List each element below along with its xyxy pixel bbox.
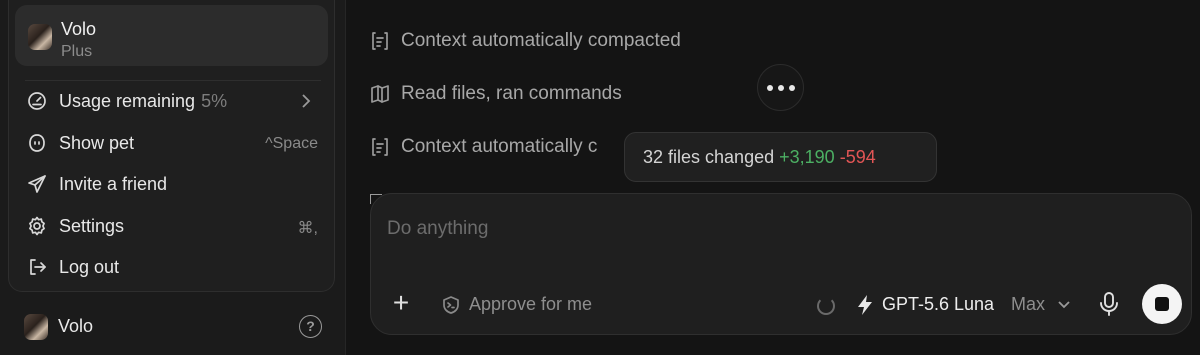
additions-count: +3,190: [779, 147, 835, 167]
gauge-icon: [27, 91, 47, 111]
files-changed-tooltip: 32 files changed +3,190 -594: [624, 132, 937, 182]
conversation-pane: Context automatically compacted Read fil…: [346, 0, 1200, 355]
activity-text: Read files, ran commands: [401, 83, 622, 104]
shortcut-hint: ⌘,: [297, 220, 318, 237]
account-name: Volo: [61, 19, 97, 39]
microphone-button[interactable]: [1098, 291, 1120, 317]
microphone-icon: [1100, 292, 1118, 316]
app-window: Volo Plus Usage remaining 5% Show pet ^Sp…: [0, 0, 1200, 355]
sidebar-account-footer[interactable]: Volo ?: [0, 300, 346, 355]
menu-item-usage[interactable]: Usage remaining 5%: [9, 81, 334, 121]
menu-item-logout[interactable]: Log out: [9, 247, 334, 287]
stop-icon: [1155, 297, 1169, 311]
account-header[interactable]: Volo Plus: [15, 5, 328, 66]
chevron-right-icon: [298, 92, 314, 110]
sidebar: Volo Plus Usage remaining 5% Show pet ^Sp…: [0, 0, 346, 355]
dot-icon: [767, 85, 773, 91]
send-icon: [27, 174, 47, 194]
menu-item-show-pet[interactable]: Show pet ^Space: [9, 123, 334, 163]
account-name: Volo: [58, 316, 94, 336]
usage-percent: 5%: [201, 91, 228, 111]
bolt-icon: [856, 295, 874, 315]
files-changed-text: 32 files changed: [643, 147, 775, 167]
activity-text: Context automatically compacted: [401, 30, 681, 51]
composer: + Approve for me GPT-5.6 Luna Max: [370, 193, 1192, 335]
chevron-down-icon: [1056, 296, 1072, 314]
dot-icon: [778, 85, 784, 91]
book-icon: [370, 84, 390, 104]
shield-terminal-icon: [441, 295, 461, 315]
dot-icon: [789, 85, 795, 91]
prompt-input[interactable]: [387, 214, 1147, 244]
deletions-count: -594: [839, 147, 876, 167]
menu-item-label: Log out: [59, 257, 120, 277]
model-tier: Max: [1011, 294, 1046, 314]
menu-item-label: Invite a friend: [59, 174, 168, 194]
approve-label: Approve for me: [469, 294, 593, 314]
compact-icon: [370, 137, 390, 157]
avatar: [24, 314, 48, 340]
loading-spinner-icon: [817, 297, 835, 315]
compact-icon: [370, 31, 390, 51]
menu-item-invite[interactable]: Invite a friend: [9, 164, 334, 204]
account-plan: Plus: [61, 43, 93, 60]
logout-icon: [27, 257, 47, 277]
activity-text: Context automatically c: [401, 136, 598, 157]
more-options-button[interactable]: [757, 64, 804, 111]
menu-item-label: Usage remaining: [59, 91, 196, 111]
menu-item-label: Show pet: [59, 133, 135, 153]
menu-item-settings[interactable]: Settings ⌘,: [9, 206, 334, 246]
help-icon[interactable]: ?: [299, 315, 322, 338]
menu-item-label: Settings: [59, 216, 125, 236]
model-name: GPT-5.6 Luna: [882, 294, 995, 314]
pet-icon: [27, 133, 47, 153]
add-attachment-button[interactable]: +: [387, 289, 415, 318]
account-menu: Volo Plus Usage remaining 5% Show pet ^Sp…: [8, 0, 335, 292]
shortcut-hint: ^Space: [265, 135, 318, 152]
stop-button[interactable]: [1142, 284, 1182, 324]
gear-icon: [27, 216, 47, 236]
avatar: [28, 24, 52, 50]
